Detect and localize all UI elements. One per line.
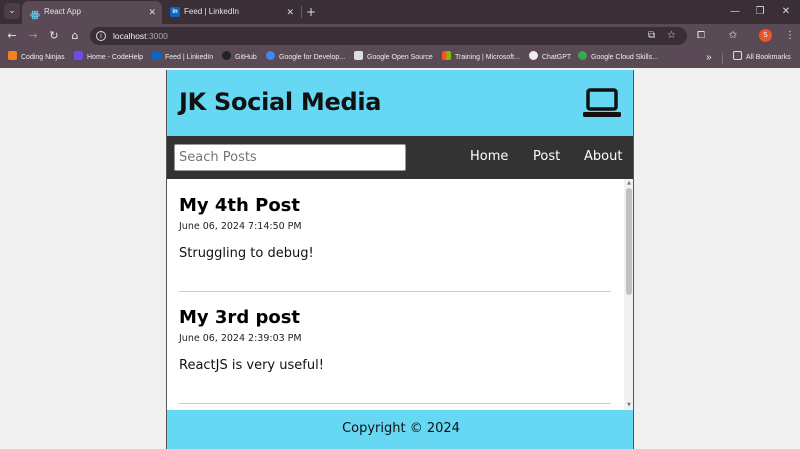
tab-divider bbox=[301, 6, 302, 18]
bookmark-item[interactable]: Coding Ninjas bbox=[8, 48, 65, 68]
bookmarks-overflow-button[interactable]: » bbox=[706, 48, 712, 68]
url-text: localhost:3000 bbox=[113, 31, 168, 41]
nav-link-about[interactable]: About bbox=[584, 149, 622, 164]
scroll-up-arrow[interactable]: ▲ bbox=[624, 179, 633, 188]
linkedin-icon: in bbox=[170, 7, 180, 17]
google-icon bbox=[266, 51, 275, 60]
tab-search-button[interactable]: ⌄ bbox=[4, 3, 20, 19]
bookmark-item[interactable]: Training | Microsoft... bbox=[442, 48, 520, 68]
nav-link-home[interactable]: Home bbox=[470, 149, 508, 164]
page-title: JK Social Media bbox=[179, 88, 382, 116]
address-bar[interactable]: i localhost:3000 ⧉ ☆ bbox=[90, 27, 687, 45]
bookmark-item[interactable]: Feed | LinkedIn bbox=[152, 48, 213, 68]
linkedin-icon bbox=[152, 51, 161, 60]
scrollbar-thumb[interactable] bbox=[626, 188, 632, 295]
home-button[interactable]: ⌂ bbox=[66, 27, 84, 45]
side-panel-icon[interactable]: ✩ bbox=[724, 27, 742, 45]
post-item[interactable]: My 4th Post June 06, 2024 7:14:50 PM Str… bbox=[179, 195, 611, 261]
coding-ninjas-icon bbox=[8, 51, 17, 60]
bookmark-item[interactable]: GitHub bbox=[222, 48, 257, 68]
reload-button[interactable]: ↻ bbox=[45, 27, 63, 45]
laptop-icon bbox=[583, 88, 621, 117]
tab-linkedin-feed[interactable]: in Feed | LinkedIn ✕ bbox=[162, 1, 300, 24]
bookmark-star-icon[interactable]: ☆ bbox=[667, 27, 676, 45]
tab-react-app[interactable]: React App ✕ bbox=[22, 1, 162, 24]
post-body: Struggling to debug! bbox=[179, 246, 314, 261]
open-source-icon bbox=[354, 51, 363, 60]
github-icon bbox=[222, 51, 231, 60]
scroll-down-arrow[interactable]: ▼ bbox=[624, 401, 633, 410]
bookmarks-bar: Coding Ninjas Home - CodeHelp Feed | Lin… bbox=[0, 48, 800, 68]
codehelp-icon bbox=[74, 51, 83, 60]
microsoft-icon bbox=[442, 51, 451, 60]
install-app-icon[interactable]: ⧉ bbox=[648, 27, 655, 45]
post-divider bbox=[179, 291, 611, 292]
extensions-icon[interactable]: ⧠ bbox=[692, 27, 710, 45]
menu-kebab-icon[interactable]: ⋮ bbox=[781, 27, 799, 45]
bookmark-item[interactable]: ChatGPT bbox=[529, 48, 571, 68]
browser-toolbar: ← → ↻ ⌂ i localhost:3000 ⧉ ☆ ⧠ ✩ ⋮ bbox=[0, 24, 800, 48]
post-item[interactable]: My 3rd post June 06, 2024 2:39:03 PM Rea… bbox=[179, 307, 611, 373]
bookmark-item[interactable]: Home - CodeHelp bbox=[74, 48, 143, 68]
search-input[interactable] bbox=[174, 144, 406, 171]
nav-link-post[interactable]: Post bbox=[533, 149, 560, 164]
post-title[interactable]: My 3rd post bbox=[179, 307, 611, 328]
close-tab-icon[interactable]: ✕ bbox=[286, 1, 294, 23]
tab-title: Feed | LinkedIn bbox=[184, 7, 240, 16]
react-icon bbox=[30, 7, 40, 20]
app-footer: Copyright © 2024 bbox=[167, 410, 633, 449]
bookmark-divider bbox=[722, 53, 723, 64]
post-feed[interactable]: My 4th Post June 06, 2024 7:14:50 PM Str… bbox=[167, 179, 633, 410]
new-tab-button[interactable]: + bbox=[304, 1, 318, 23]
app-root: JK Social Media Home Post About My 4th P… bbox=[166, 70, 634, 449]
post-divider bbox=[179, 403, 611, 404]
forward-button[interactable]: → bbox=[24, 27, 42, 45]
site-info-icon[interactable]: i bbox=[96, 31, 106, 41]
close-window-button[interactable]: ✕ bbox=[770, 0, 800, 24]
app-header: JK Social Media bbox=[167, 70, 633, 136]
bookmark-item[interactable]: Google Open Source bbox=[354, 48, 433, 68]
folder-icon bbox=[733, 51, 742, 60]
google-cloud-icon bbox=[578, 51, 587, 60]
copyright-text: Copyright © 2024 bbox=[342, 421, 460, 436]
all-bookmarks-button[interactable]: All Bookmarks bbox=[733, 48, 791, 68]
bookmark-item[interactable]: Google for Develop... bbox=[266, 48, 345, 68]
post-date: June 06, 2024 2:39:03 PM bbox=[179, 333, 302, 344]
bookmark-item[interactable]: Google Cloud Skills... bbox=[578, 48, 658, 68]
profile-avatar[interactable]: S bbox=[759, 29, 772, 42]
close-tab-icon[interactable]: ✕ bbox=[148, 1, 156, 23]
chatgpt-icon bbox=[529, 51, 538, 60]
post-body: ReactJS is very useful! bbox=[179, 358, 324, 373]
post-title[interactable]: My 4th Post bbox=[179, 195, 611, 216]
post-date: June 06, 2024 7:14:50 PM bbox=[179, 221, 302, 232]
back-button[interactable]: ← bbox=[3, 27, 21, 45]
tab-strip: ⌄ React App ✕ in Feed | LinkedIn ✕ + — ❐… bbox=[0, 0, 800, 24]
nav-bar: Home Post About bbox=[167, 136, 633, 179]
tab-title: React App bbox=[44, 7, 81, 16]
